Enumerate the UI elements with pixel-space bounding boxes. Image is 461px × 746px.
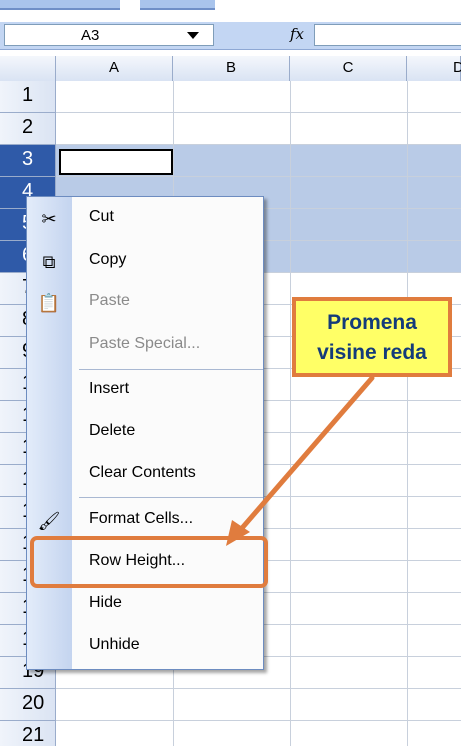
menu-item-label: Hide	[89, 594, 122, 611]
toolbar-fragment	[140, 0, 215, 10]
menu-item-label: Unhide	[89, 636, 140, 653]
column-header-a[interactable]: A	[56, 56, 173, 81]
menu-item-copy[interactable]: ⧉ Copy	[27, 242, 263, 282]
menu-item-clear-contents[interactable]: Clear Contents	[27, 455, 263, 495]
row-header-21[interactable]: 21	[0, 721, 56, 746]
copy-icon: ⧉	[42, 252, 56, 272]
formula-bar-row: A3 fx	[0, 22, 461, 50]
grid-column-line	[407, 81, 408, 746]
menu-item-label: Paste	[89, 292, 130, 309]
grid-row-line	[56, 176, 461, 177]
grid-column-line	[290, 81, 291, 746]
name-box-value: A3	[81, 27, 100, 44]
name-box[interactable]: A3	[4, 24, 214, 46]
formula-input[interactable]	[314, 24, 461, 46]
menu-item-label: Format Cells...	[89, 510, 194, 527]
callout-line-1: Promena	[327, 311, 417, 334]
chevron-down-icon[interactable]	[187, 32, 199, 39]
toolbar-fragment	[0, 0, 120, 10]
paste-icon: 📋	[37, 293, 61, 313]
menu-item-label: Copy	[89, 251, 127, 268]
grid-row-line	[56, 688, 461, 689]
menu-item-label: Delete	[89, 422, 136, 439]
row-header-3[interactable]: 3	[0, 145, 56, 177]
context-menu: ✂ Cut ⧉ Copy 📋 Paste Paste Special... In…	[26, 196, 264, 670]
row-height-highlight-frame	[30, 536, 268, 588]
row-header-2[interactable]: 2	[0, 113, 56, 145]
format-cells-icon: 🖌	[37, 511, 61, 531]
active-cell[interactable]	[59, 149, 173, 175]
column-headers: A B C D	[0, 56, 461, 81]
annotation-callout: Promena visine reda	[292, 297, 452, 377]
select-all-corner[interactable]	[0, 56, 56, 81]
menu-item-paste-special[interactable]: Paste Special...	[27, 326, 263, 366]
menu-item-label: Clear Contents	[89, 464, 196, 481]
column-header-b[interactable]: B	[173, 56, 290, 81]
grid-row-line	[56, 112, 461, 113]
row-header-1[interactable]: 1	[0, 81, 56, 113]
menu-item-delete[interactable]: Delete	[27, 413, 263, 453]
menu-item-label: Paste Special...	[89, 335, 201, 352]
menu-item-unhide[interactable]: Unhide	[27, 627, 263, 667]
menu-item-label: Cut	[89, 208, 114, 225]
scissors-icon: ✂	[41, 209, 57, 229]
column-header-d[interactable]: D	[407, 56, 461, 81]
menu-item-label: Insert	[89, 380, 130, 397]
fx-icon[interactable]: fx	[290, 25, 304, 43]
menu-item-insert[interactable]: Insert	[27, 371, 263, 411]
row-header-20[interactable]: 20	[0, 689, 56, 721]
toolbar-strip	[0, 0, 461, 22]
column-header-c[interactable]: C	[290, 56, 407, 81]
menu-separator	[79, 369, 263, 370]
menu-item-format-cells[interactable]: 🖌 Format Cells...	[27, 501, 263, 541]
callout-line-2: visine reda	[317, 341, 427, 364]
menu-item-paste[interactable]: 📋 Paste	[27, 283, 263, 323]
menu-item-hide[interactable]: Hide	[27, 585, 263, 625]
grid-row-line	[56, 720, 461, 721]
menu-item-cut[interactable]: ✂ Cut	[27, 199, 263, 239]
menu-separator	[79, 497, 263, 498]
grid-row-line	[56, 144, 461, 145]
